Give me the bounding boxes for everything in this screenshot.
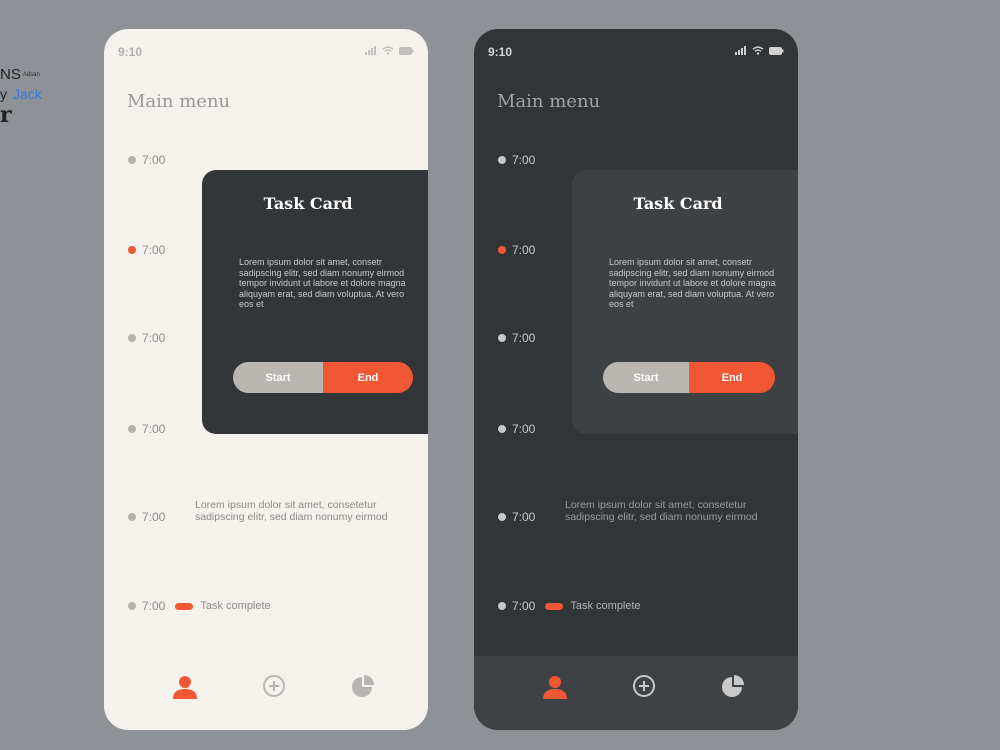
brand-logo-fragment: r: [0, 102, 12, 128]
status-icons: [735, 46, 784, 55]
task-card-actions: Start End: [233, 362, 413, 393]
timeline-dot: [498, 425, 506, 433]
timeline-time: 7:00: [512, 243, 536, 257]
timeline-item[interactable]: 7:00: [128, 422, 165, 436]
start-button[interactable]: Start: [233, 362, 323, 393]
phone-light: 9:10 Main menu 7:00 7:00 7:00 7:00 7:00 …: [104, 29, 428, 730]
timeline-dot: [498, 156, 506, 164]
page-title: Main menu: [127, 91, 231, 112]
timeline-time: 7:00: [512, 331, 536, 345]
add-circle-icon[interactable]: [632, 674, 656, 698]
end-button[interactable]: End: [689, 362, 775, 393]
brand-line-2-prefix: y: [0, 86, 7, 102]
timeline-item[interactable]: 7:00: [498, 243, 535, 257]
signal-icon: [365, 46, 376, 55]
timeline-item[interactable]: 7:00: [498, 331, 535, 345]
battery-icon: [769, 46, 784, 55]
timeline-time: 7:00: [142, 422, 166, 436]
timeline-note: Lorem ipsum dolor sit amet, consetetur s…: [195, 499, 388, 523]
author-link[interactable]: Jack: [13, 86, 42, 102]
status-icons: [365, 46, 414, 55]
task-card[interactable]: Task Card Lorem ipsum dolor sit amet, co…: [572, 170, 798, 434]
wifi-icon: [382, 46, 394, 55]
task-card-title: Task Card: [263, 194, 353, 213]
timeline-note: Lorem ipsum dolor sit amet, consetetur s…: [565, 499, 758, 523]
status-time: 9:10: [488, 45, 513, 59]
task-card-actions: Start End: [603, 362, 775, 393]
start-button[interactable]: Start: [603, 362, 689, 393]
timeline-item[interactable]: 7:00: [498, 510, 535, 524]
user-icon[interactable]: [172, 674, 198, 700]
add-circle-icon[interactable]: [262, 674, 286, 698]
timeline-time: 7:00: [142, 331, 166, 345]
task-card-body: Lorem ipsum dolor sit amet, consetr sadi…: [609, 257, 776, 309]
signal-icon: [735, 46, 746, 55]
user-icon[interactable]: [542, 674, 568, 700]
task-card-title: Task Card: [633, 194, 723, 213]
complete-indicator: [175, 602, 194, 610]
timeline-dot: [128, 602, 136, 610]
complete-indicator: [545, 602, 564, 610]
timeline-dot: [128, 425, 136, 433]
timeline-time: 7:00: [512, 422, 536, 436]
pie-chart-icon[interactable]: [721, 674, 745, 698]
task-complete-label: Task complete: [200, 600, 271, 612]
task-card-body: Lorem ipsum dolor sit amet, consetr sadi…: [239, 257, 406, 309]
battery-icon: [399, 46, 414, 55]
timeline-time: 7:00: [512, 153, 536, 167]
brand-line-2: y Jack: [0, 86, 42, 102]
pie-chart-icon[interactable]: [351, 674, 375, 698]
task-complete-label: Task complete: [570, 600, 641, 612]
timeline-dot: [498, 513, 506, 521]
timeline-item-complete[interactable]: 7:00 Task complete: [128, 599, 271, 613]
page-title: Main menu: [497, 91, 601, 112]
timeline-item[interactable]: 7:00: [498, 153, 535, 167]
timeline-item[interactable]: 7:00: [128, 510, 165, 524]
timeline-time: 7:00: [142, 510, 166, 524]
timeline-item[interactable]: 7:00: [498, 422, 535, 436]
timeline-dot: [498, 334, 506, 342]
status-time: 9:10: [118, 45, 143, 59]
timeline-item[interactable]: 7:00: [128, 331, 165, 345]
bottom-nav: [474, 656, 798, 730]
timeline-time: 7:00: [512, 510, 536, 524]
timeline-dot-active: [498, 246, 506, 254]
timeline-item[interactable]: 7:00: [128, 243, 165, 257]
brand-line-1: NS Adsan: [0, 66, 40, 83]
phone-dark: 9:10 Main menu 7:00 7:00 7:00 7:00 7:00 …: [474, 29, 798, 730]
timeline-dot-active: [128, 246, 136, 254]
brand-line-1-text: NS: [0, 66, 21, 83]
timeline-time: 7:00: [142, 599, 166, 613]
wifi-icon: [752, 46, 764, 55]
timeline-dot: [128, 334, 136, 342]
timeline-dot: [498, 602, 506, 610]
timeline-item-complete[interactable]: 7:00 Task complete: [498, 599, 641, 613]
timeline-dot: [128, 513, 136, 521]
bottom-nav: [104, 656, 428, 730]
task-card[interactable]: Task Card Lorem ipsum dolor sit amet, co…: [202, 170, 428, 434]
brand-line-1-sub: Adsan: [22, 72, 40, 79]
timeline-dot: [128, 156, 136, 164]
timeline-time: 7:00: [142, 153, 166, 167]
end-button[interactable]: End: [323, 362, 413, 393]
timeline-item[interactable]: 7:00: [128, 153, 165, 167]
timeline-time: 7:00: [512, 599, 536, 613]
timeline-time: 7:00: [142, 243, 166, 257]
